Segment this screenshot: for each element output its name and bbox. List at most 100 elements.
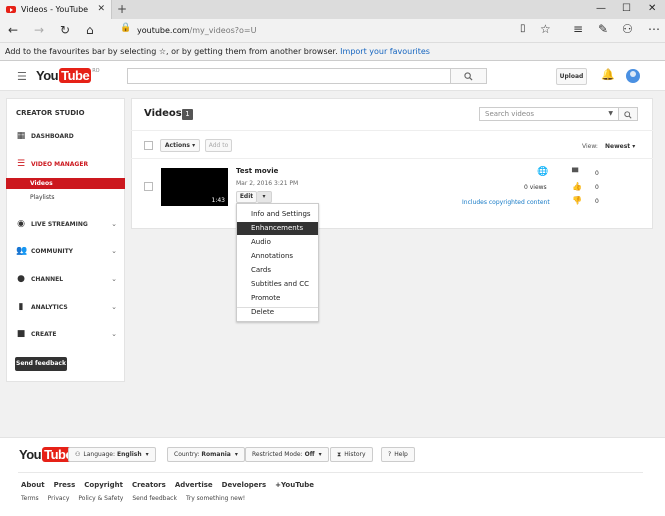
close-tab-icon[interactable]: ✕	[97, 4, 105, 14]
footer-link-copyright[interactable]: Copyright	[84, 481, 123, 489]
sidebar-subitem-videos[interactable]: Videos	[6, 178, 125, 189]
create-icon: ■	[16, 329, 26, 339]
guide-menu-icon[interactable]: ☰	[17, 70, 27, 83]
video-thumbnail[interactable]: 1:43	[161, 168, 228, 206]
edit-dropdown-menu: Info and Settings Enhancements Audio Ann…	[236, 203, 319, 322]
hub-icon[interactable]: ≡	[573, 22, 583, 36]
video-date: Mar 2, 2016 3:21 PM	[236, 180, 299, 187]
dislikes-count: 0	[595, 198, 599, 205]
sidebar-item-label: DASHBOARD	[31, 132, 74, 140]
search-input[interactable]	[127, 68, 451, 84]
search-videos-button[interactable]	[619, 107, 638, 121]
notifications-bell-icon[interactable]: 🔔	[601, 68, 615, 81]
help-button[interactable]: ? Help	[381, 447, 415, 462]
sidebar-item-create[interactable]: ■ CREATE ⌄	[6, 327, 125, 341]
search-button[interactable]	[451, 68, 487, 84]
send-feedback-button[interactable]: Send feedback	[15, 357, 67, 371]
youtube-logo[interactable]: You Tube RO	[36, 68, 100, 83]
menu-item-subtitles[interactable]: Subtitles and CC	[237, 278, 318, 291]
chevron-down-icon: ⌄	[111, 275, 117, 283]
chevron-down-icon: ⌄	[111, 303, 117, 311]
footer-link-about[interactable]: About	[21, 481, 45, 489]
web-note-icon[interactable]: ✎	[598, 22, 608, 36]
sidebar-item-community[interactable]: 👥 COMMUNITY ⌄	[6, 244, 125, 258]
footer-link-privacy[interactable]: Privacy	[48, 495, 70, 502]
footer-link-press[interactable]: Press	[54, 481, 76, 489]
favourites-bar: Add to the favourites bar by selecting ☆…	[0, 43, 665, 61]
import-favourites-link[interactable]: Import your favourites	[340, 47, 430, 56]
sidebar-item-dashboard[interactable]: ▦ DASHBOARD	[6, 129, 125, 143]
sidebar-item-live-streaming[interactable]: ◉ LIVE STREAMING ⌄	[6, 217, 125, 231]
sidebar-item-label: CREATE	[31, 330, 57, 338]
country-value: Romania	[201, 451, 231, 458]
menu-item-promote[interactable]: Promote	[237, 292, 318, 305]
copyright-notice-link[interactable]: Includes copyrighted content	[462, 199, 550, 206]
url-field[interactable]: youtube.com/my_videos?o=U	[137, 26, 257, 35]
menu-item-delete[interactable]: Delete	[237, 306, 318, 319]
upload-button[interactable]: Upload	[556, 68, 587, 85]
video-row-checkbox[interactable]	[144, 182, 153, 191]
footer-link-send-feedback[interactable]: Send feedback	[132, 495, 177, 502]
maximize-icon[interactable]: ☐	[622, 3, 631, 14]
more-icon[interactable]: ⋯	[648, 22, 660, 36]
refresh-icon[interactable]: ↻	[60, 23, 70, 37]
history-button[interactable]: ⧗ History	[330, 447, 373, 462]
sort-dropdown[interactable]: Newest ▾	[605, 143, 635, 150]
public-globe-icon[interactable]: 🌐	[537, 167, 548, 177]
footer-link-advertise[interactable]: Advertise	[175, 481, 213, 489]
youtube-favicon-icon	[6, 6, 16, 13]
actions-dropdown[interactable]: Actions ▾	[160, 139, 200, 152]
likes-count: 0	[595, 184, 599, 191]
share-icon[interactable]: ⚇	[622, 22, 633, 36]
reading-view-icon[interactable]: ▯	[520, 23, 526, 34]
language-dropdown[interactable]: ⚇ Language: English ▾	[68, 447, 156, 462]
sidebar-item-analytics[interactable]: ▮ ANALYTICS ⌄	[6, 300, 125, 314]
browser-tab[interactable]: Videos - YouTube ✕	[0, 0, 112, 19]
forward-icon[interactable]: →	[34, 23, 44, 37]
favbar-text: Add to the favourites bar by selecting ☆…	[5, 47, 338, 56]
menu-item-cards[interactable]: Cards	[237, 264, 318, 277]
add-to-button[interactable]: Add to	[205, 139, 232, 152]
url-path: /my_videos?o=U	[189, 26, 257, 35]
select-all-checkbox[interactable]	[144, 141, 153, 150]
restricted-mode-dropdown[interactable]: Restricted Mode: Off ▾	[245, 447, 329, 462]
footer-link-try-something-new[interactable]: Try something new!	[186, 495, 245, 502]
dashboard-icon: ▦	[16, 131, 26, 141]
footer-link-policy-safety[interactable]: Policy & Safety	[78, 495, 123, 502]
video-duration: 1:43	[211, 197, 225, 204]
footer-link-plus-youtube[interactable]: +YouTube	[275, 481, 314, 489]
new-tab-icon[interactable]: +	[117, 2, 127, 16]
search-videos-input[interactable]: Search videos ▼	[479, 107, 619, 121]
avatar[interactable]	[626, 69, 640, 83]
minimize-icon[interactable]: —	[596, 3, 606, 14]
sidebar-item-label: LIVE STREAMING	[31, 220, 88, 228]
back-icon[interactable]: ←	[8, 23, 18, 37]
close-window-icon[interactable]: ✕	[648, 3, 656, 14]
video-title-link[interactable]: Test movie	[236, 167, 278, 175]
creator-studio-title[interactable]: CREATOR STUDIO	[16, 109, 85, 117]
menu-item-annotations[interactable]: Annotations	[237, 250, 318, 263]
menu-item-info-settings[interactable]: Info and Settings	[237, 208, 318, 221]
sidebar-subitem-playlists[interactable]: Playlists	[6, 192, 125, 203]
edit-button[interactable]: Edit	[236, 191, 257, 203]
menu-item-audio[interactable]: Audio	[237, 236, 318, 249]
sidebar-item-channel[interactable]: ● CHANNEL ⌄	[6, 272, 125, 286]
caret-down-icon[interactable]: ▼	[608, 108, 613, 120]
view-label: View:	[582, 143, 598, 150]
comments-icon: ▀	[572, 168, 579, 177]
favourite-star-icon[interactable]: ☆	[540, 22, 551, 36]
footer-youtube-logo[interactable]: You Tube	[19, 447, 75, 462]
logo-region: RO	[92, 68, 100, 74]
chevron-down-icon: ⌄	[111, 247, 117, 255]
edit-dropdown-button[interactable]: ▾	[257, 191, 272, 203]
footer-link-creators[interactable]: Creators	[132, 481, 166, 489]
sidebar-item-video-manager[interactable]: ☰ VIDEO MANAGER	[6, 157, 125, 171]
footer-link-terms[interactable]: Terms	[21, 495, 39, 502]
restricted-label: Restricted Mode:	[252, 451, 303, 458]
caret-down-icon: ▾	[234, 451, 238, 458]
footer-link-developers[interactable]: Developers	[222, 481, 266, 489]
country-dropdown[interactable]: Country: Romania ▾	[167, 447, 245, 462]
home-icon[interactable]: ⌂	[86, 23, 94, 37]
country-label: Country:	[174, 451, 200, 458]
menu-item-enhancements[interactable]: Enhancements	[237, 222, 318, 235]
